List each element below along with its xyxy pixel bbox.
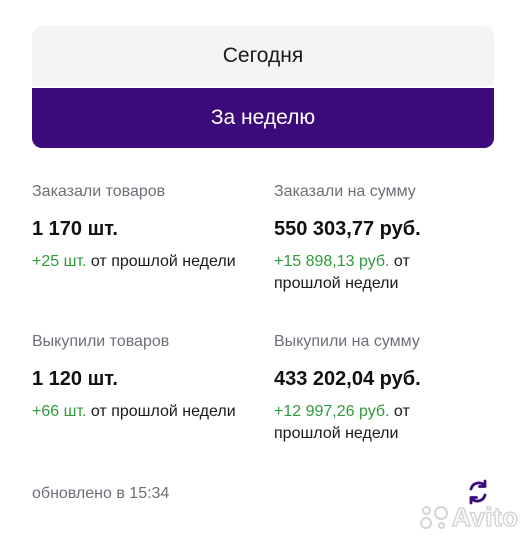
avito-watermark: Avito — [420, 500, 524, 534]
delta-amount: +12 997,26 руб. — [274, 403, 390, 420]
delta-suffix: от прошлой недели — [86, 253, 236, 270]
avito-logo-icon — [420, 505, 448, 529]
tab-week[interactable]: За неделю — [32, 88, 494, 148]
sales-stats-card: Сегодня За неделю Заказали товаров 1 170… — [0, 0, 526, 540]
metric-ordered-sum: Заказали на сумму 550 303,77 руб. +15 89… — [274, 182, 474, 295]
metric-delta: +12 997,26 руб. от прошлой недели — [274, 401, 474, 445]
metric-value: 1 170 шт. — [32, 218, 118, 240]
metric-ordered-items: Заказали товаров 1 170 шт. +25 шт. от пр… — [32, 182, 262, 273]
delta-amount: +66 шт. — [32, 403, 87, 420]
metric-delta: +66 шт. от прошлой недели — [32, 401, 262, 423]
metric-value: 433 202,04 руб. — [274, 368, 421, 390]
metric-label: Выкупили товаров — [32, 333, 170, 350]
metric-value: 550 303,77 руб. — [274, 218, 421, 240]
metric-delta: +15 898,13 руб. от прошлой недели — [274, 251, 474, 295]
metric-bought-sum: Выкупили на сумму 433 202,04 руб. +12 99… — [274, 332, 474, 445]
metric-delta: +25 шт. от прошлой недели — [32, 251, 262, 273]
tab-week-label: За неделю — [210, 106, 316, 129]
tab-today-label: Сегодня — [222, 44, 304, 67]
metric-label: Заказали товаров — [32, 183, 166, 200]
delta-amount: +25 шт. — [32, 253, 87, 270]
updated-timestamp: обновлено в 15:34 — [32, 485, 170, 502]
metric-bought-items: Выкупили товаров 1 120 шт. +66 шт. от пр… — [32, 332, 262, 423]
watermark-text: Avito — [451, 501, 519, 533]
metric-label: Выкупили на сумму — [274, 333, 420, 350]
delta-amount: +15 898,13 руб. — [274, 253, 390, 270]
metric-value: 1 120 шт. — [32, 368, 118, 390]
tab-today[interactable]: Сегодня — [32, 26, 494, 86]
metric-label: Заказали на сумму — [274, 183, 416, 200]
delta-suffix: от прошлой недели — [86, 403, 236, 420]
